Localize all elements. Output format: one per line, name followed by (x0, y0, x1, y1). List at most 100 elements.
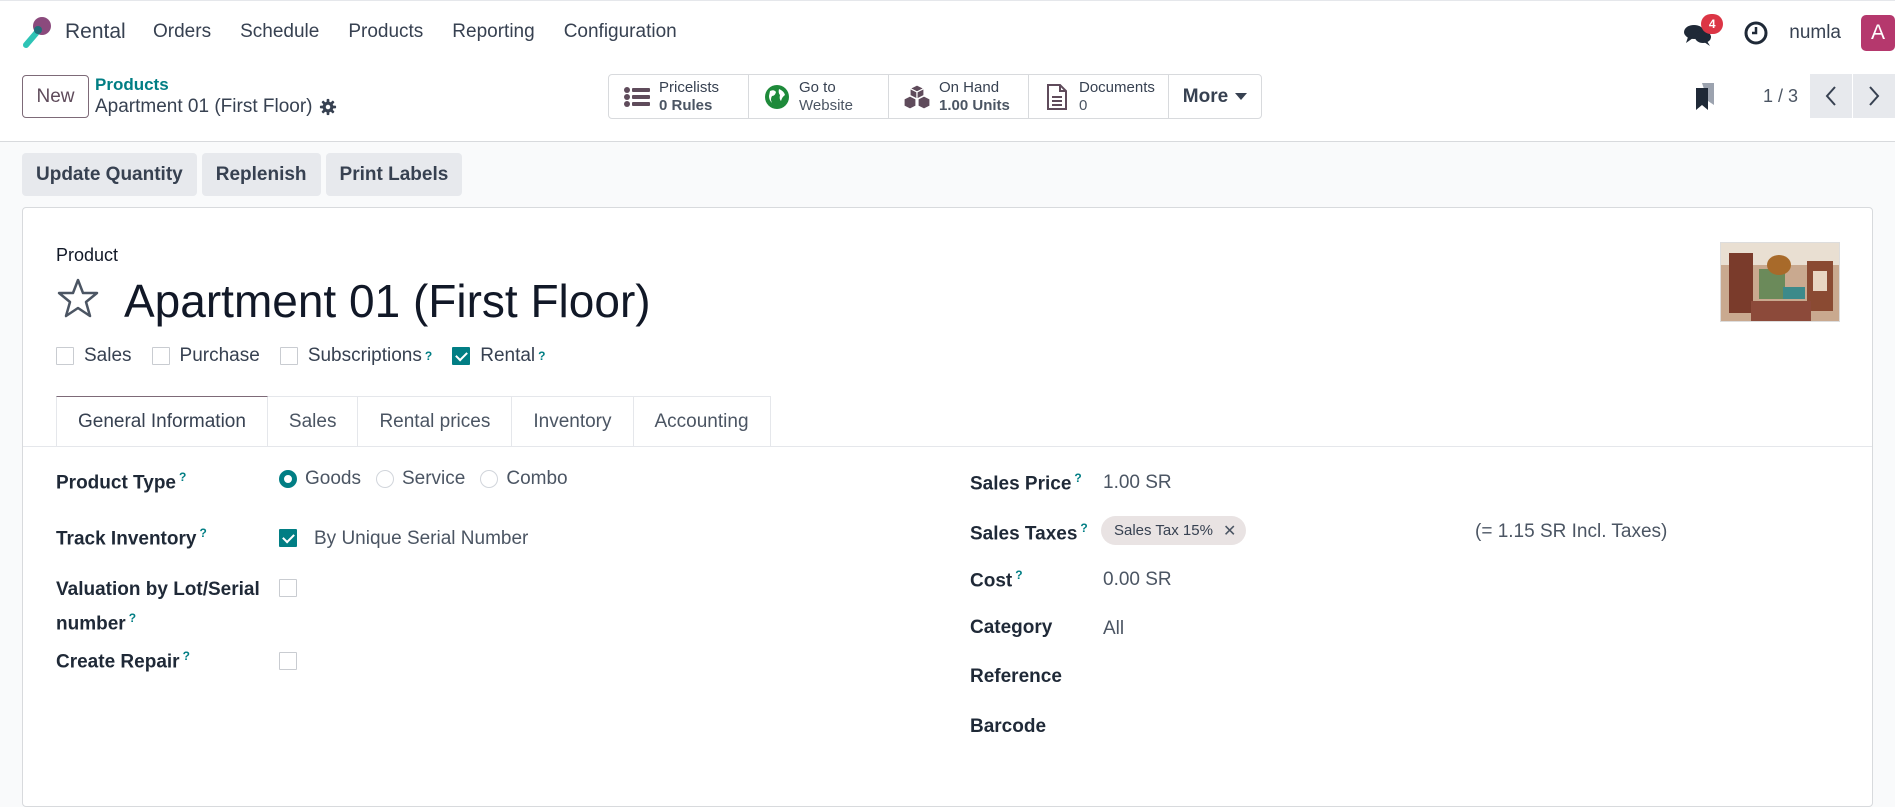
navbar-systray: 4 numla A (1683, 14, 1895, 51)
messages-badge: 4 (1701, 14, 1724, 34)
flag-sales[interactable]: Sales (56, 345, 132, 367)
product-flags: Sales Purchase Subscriptions ? Rental ? (56, 345, 565, 367)
smart-value: 0 Rules (659, 96, 713, 114)
gear-icon[interactable] (319, 98, 337, 116)
help-icon[interactable]: ? (1080, 521, 1087, 535)
rental-checkbox[interactable] (452, 347, 471, 365)
new-button[interactable]: New (22, 75, 89, 118)
flag-purchase[interactable]: Purchase (151, 345, 260, 367)
smart-label: Go to (799, 78, 836, 96)
top-navbar: Rental Orders Schedule Products Reportin… (0, 0, 1895, 66)
menu-products[interactable]: Products (348, 21, 423, 43)
product-image[interactable] (1720, 242, 1840, 322)
documents-smart-button[interactable]: Documents 0 (1029, 75, 1169, 118)
barcode-field[interactable] (1103, 716, 1503, 740)
valuation-label: Valuation by Lot/Serial number? (56, 576, 260, 638)
help-icon[interactable]: ? (1015, 568, 1022, 582)
product-name-field[interactable]: Apartment 01 (First Floor) (124, 274, 651, 328)
tab-general-information[interactable]: General Information (56, 396, 268, 447)
flag-rental[interactable]: Rental ? (452, 345, 545, 367)
chevron-left-icon (1825, 86, 1836, 106)
help-icon[interactable]: ? (425, 349, 432, 363)
menu-orders[interactable]: Orders (153, 21, 211, 43)
valuation-checkbox[interactable] (279, 579, 297, 597)
sales-checkbox[interactable] (56, 347, 74, 365)
cubes-icon (903, 83, 931, 110)
user-name[interactable]: numla (1789, 22, 1841, 44)
breadcrumb-products-link[interactable]: Products (95, 75, 337, 95)
flag-label: Purchase (179, 345, 260, 366)
tab-inventory[interactable]: Inventory (512, 396, 634, 447)
replenish-button[interactable]: Replenish (201, 153, 321, 196)
update-quantity-button[interactable]: Update Quantity (22, 153, 197, 196)
user-avatar[interactable]: A (1861, 15, 1895, 51)
flag-label: Subscriptions (307, 345, 422, 366)
sales-price-field[interactable]: 1.00 SR (1103, 472, 1172, 494)
menu-configuration[interactable]: Configuration (564, 21, 677, 43)
cost-field[interactable]: 0.00 SR (1103, 569, 1172, 591)
help-icon[interactable]: ? (1074, 471, 1081, 485)
create-repair-checkbox[interactable] (279, 652, 297, 670)
reference-field[interactable] (1103, 666, 1503, 690)
print-labels-button[interactable]: Print Labels (325, 153, 463, 196)
app-name: Rental (65, 20, 126, 43)
radio-button[interactable] (480, 470, 499, 488)
radio-button[interactable] (279, 470, 297, 488)
tab-sales[interactable]: Sales (267, 396, 359, 447)
pager-next-button[interactable] (1853, 74, 1895, 118)
help-icon[interactable]: ? (179, 470, 186, 484)
app-brand[interactable]: Rental (20, 15, 126, 49)
more-dropdown-button[interactable]: More (1169, 75, 1261, 118)
document-icon (1047, 83, 1067, 110)
menu-schedule[interactable]: Schedule (240, 21, 319, 43)
category-field[interactable]: All (1103, 618, 1124, 640)
reference-label: Reference (970, 666, 1062, 687)
go-to-website-smart-button[interactable]: Go to Website (749, 75, 889, 118)
breadcrumb-current-label: Apartment 01 (First Floor) (95, 96, 313, 117)
radio-combo[interactable]: Combo (480, 468, 568, 490)
label-text: Valuation by Lot/Serial (56, 579, 260, 600)
help-icon[interactable]: ? (183, 649, 190, 663)
list-icon (624, 86, 650, 107)
smart-value: 1.00 Units (939, 96, 1010, 114)
purchase-checkbox[interactable] (151, 347, 170, 365)
pager-previous-button[interactable] (1810, 74, 1852, 118)
label-text: Sales Price (970, 473, 1072, 495)
activity-clock-icon[interactable] (1743, 20, 1769, 46)
pricelists-smart-button[interactable]: Pricelists 0 Rules (609, 75, 749, 118)
favorite-star-icon[interactable] (56, 276, 100, 320)
rental-app-icon (23, 17, 51, 48)
help-icon[interactable]: ? (129, 611, 136, 625)
subscriptions-checkbox[interactable] (279, 347, 298, 365)
label-text: Sales Taxes (970, 523, 1078, 545)
help-icon[interactable]: ? (199, 526, 206, 540)
flag-subscriptions[interactable]: Subscriptions ? (279, 345, 432, 367)
remove-tag-icon[interactable]: ✕ (1223, 521, 1236, 541)
radio-service[interactable]: Service (375, 468, 465, 490)
menu-reporting[interactable]: Reporting (452, 21, 534, 43)
track-inventory-checkbox[interactable] (279, 529, 297, 547)
on-hand-smart-button[interactable]: On Hand 1.00 Units (889, 75, 1029, 118)
label-text: number (56, 613, 126, 635)
radio-button[interactable] (375, 470, 394, 488)
label-text: Track Inventory (56, 528, 197, 550)
product-label: Product (56, 245, 119, 265)
breadcrumb-current: Apartment 01 (First Floor) (95, 96, 337, 118)
flag-label: Rental (480, 345, 536, 366)
radio-goods[interactable]: Goods (279, 468, 361, 490)
help-icon[interactable]: ? (538, 349, 545, 363)
sales-price-label: Sales Price? (970, 471, 1082, 495)
messages-button[interactable]: 4 (1683, 14, 1724, 48)
label-text: Product Type (56, 472, 176, 494)
category-label: Category (970, 617, 1053, 638)
pager-value[interactable]: 1 / 3 (1763, 86, 1798, 107)
track-inventory-label: Track Inventory? (56, 526, 207, 550)
tab-rental-prices[interactable]: Rental prices (358, 396, 513, 447)
smart-value: Website (799, 96, 853, 114)
tab-accounting[interactable]: Accounting (633, 396, 771, 447)
smart-value: 0 (1079, 96, 1088, 114)
bookmark-icon[interactable] (1693, 81, 1717, 111)
barcode-label: Barcode (970, 716, 1047, 737)
sales-tax-tag[interactable]: Sales Tax 15% ✕ (1101, 516, 1247, 545)
tracking-method-select[interactable]: By Unique Serial Number (314, 528, 528, 550)
